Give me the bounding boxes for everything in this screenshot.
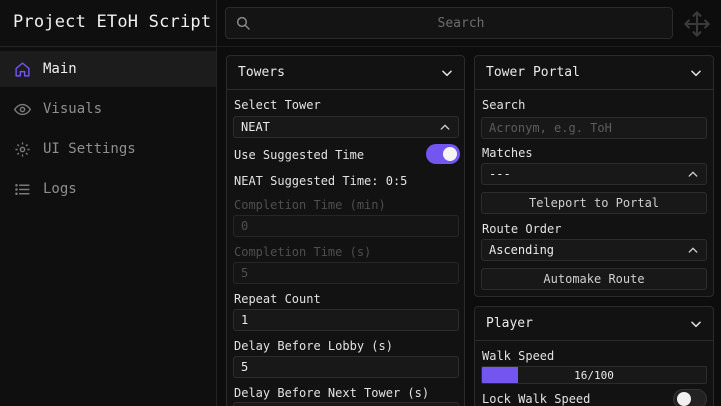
eye-icon (13, 100, 31, 118)
portal-search-input[interactable]: Acronym, e.g. ToH (481, 117, 707, 139)
suggested-time-text: NEAT Suggested Time: 0:5 (234, 174, 408, 188)
matches-label: Matches (482, 146, 533, 160)
chevron-up-icon (440, 124, 450, 130)
repeat-count-value: 1 (241, 313, 249, 327)
delay-before-lobby-label: Delay Before Lobby (s) (234, 339, 393, 353)
toggle-knob (677, 392, 691, 406)
chevron-up-icon (688, 247, 698, 253)
completion-time-s-value: 5 (241, 266, 249, 280)
automake-route-button[interactable]: Automake Route (481, 268, 707, 290)
teleport-to-portal-button[interactable]: Teleport to Portal (481, 192, 707, 214)
towers-panel-title: Towers (238, 65, 285, 80)
walk-speed-label: Walk Speed (482, 349, 555, 363)
portal-search-label: Search (482, 98, 526, 112)
completion-time-s-input[interactable]: 5 (233, 262, 459, 284)
chevron-down-icon[interactable] (689, 66, 703, 80)
chevron-down-icon[interactable] (689, 317, 703, 331)
sidebar-item-label: Logs (43, 181, 77, 197)
lock-walk-speed-label: Lock Walk Speed (482, 392, 591, 406)
repeat-count-label: Repeat Count (234, 292, 321, 306)
towers-panel: Towers Select Tower NEAT Use Suggested T… (226, 55, 465, 406)
select-tower-dropdown[interactable]: NEAT (233, 116, 459, 138)
search-icon (236, 16, 250, 30)
move-icon[interactable] (683, 10, 711, 38)
delay-before-lobby-input[interactable]: 5 (233, 356, 459, 378)
delay-before-next-tower-input[interactable] (233, 402, 459, 406)
select-tower-label: Select Tower (234, 98, 321, 112)
lock-walk-speed-toggle[interactable] (673, 389, 707, 406)
player-panel: Player Walk Speed 16/100 Lock Walk Speed (474, 306, 714, 406)
walk-speed-value: 16/100 (574, 368, 614, 382)
app-title: Project EToH Script (13, 12, 212, 32)
use-suggested-time-toggle[interactable] (426, 144, 460, 164)
toggle-knob (443, 147, 457, 161)
towers-panel-header[interactable]: Towers (227, 56, 464, 90)
header-divider (217, 46, 721, 47)
sidebar-item-label: UI Settings (43, 141, 136, 157)
sidebar: Project EToH Script Main Visuals UI Sett… (0, 0, 217, 406)
delay-before-lobby-value: 5 (241, 360, 249, 374)
select-tower-value: NEAT (241, 120, 270, 134)
list-icon (13, 180, 31, 198)
sidebar-divider (0, 46, 217, 47)
completion-time-min-value: 0 (241, 219, 249, 233)
matches-value: --- (489, 167, 511, 181)
player-panel-title: Player (486, 316, 533, 331)
sidebar-item-main[interactable]: Main (0, 51, 216, 87)
sidebar-item-logs[interactable]: Logs (0, 171, 216, 207)
matches-dropdown[interactable]: --- (481, 163, 707, 185)
route-order-value: Ascending (489, 243, 555, 257)
gear-icon (13, 140, 31, 158)
tower-portal-panel: Tower Portal Search Acronym, e.g. ToH Ma… (474, 55, 714, 297)
search-input[interactable] (256, 8, 666, 38)
chevron-up-icon (688, 171, 698, 177)
sidebar-item-ui-settings[interactable]: UI Settings (0, 131, 216, 167)
portal-search-placeholder: Acronym, e.g. ToH (489, 121, 612, 135)
completion-time-s-label: Completion Time (s) (234, 245, 372, 259)
sidebar-item-label: Main (43, 61, 77, 77)
search-bar (225, 7, 673, 39)
sidebar-item-visuals[interactable]: Visuals (0, 91, 216, 127)
route-order-label: Route Order (482, 222, 562, 236)
tower-portal-panel-title: Tower Portal (486, 65, 580, 80)
delay-before-next-tower-label: Delay Before Next Tower (s) (234, 386, 430, 400)
route-order-dropdown[interactable]: Ascending (481, 239, 707, 261)
completion-time-min-label: Completion Time (min) (234, 198, 386, 212)
chevron-down-icon[interactable] (440, 66, 454, 80)
tower-portal-panel-header[interactable]: Tower Portal (475, 56, 713, 90)
walk-speed-slider[interactable]: 16/100 (481, 366, 707, 384)
completion-time-min-input[interactable]: 0 (233, 215, 459, 237)
repeat-count-input[interactable]: 1 (233, 309, 459, 331)
use-suggested-time-label: Use Suggested Time (234, 148, 365, 162)
sidebar-item-label: Visuals (43, 101, 103, 117)
player-panel-header[interactable]: Player (475, 307, 713, 341)
home-icon (13, 60, 31, 78)
